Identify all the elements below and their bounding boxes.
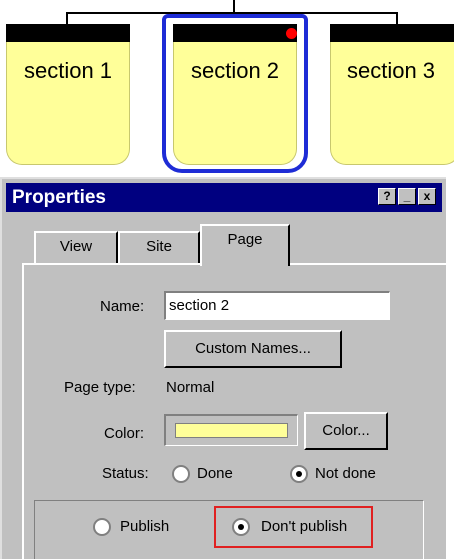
highlight-box bbox=[214, 506, 373, 548]
section-label: section 3 bbox=[346, 58, 436, 83]
section-label: section 1 bbox=[23, 58, 113, 83]
tab-view[interactable]: View bbox=[34, 231, 118, 263]
color-swatch[interactable] bbox=[164, 414, 298, 446]
page-type-value: Normal bbox=[166, 379, 215, 396]
window-title: Properties bbox=[12, 187, 106, 208]
tab-label: Page bbox=[227, 231, 263, 248]
tree-connector-right bbox=[396, 12, 398, 24]
close-icon[interactable]: x bbox=[418, 188, 436, 205]
custom-names-button[interactable]: Custom Names... bbox=[164, 330, 342, 368]
tab-label: View bbox=[59, 238, 93, 255]
tab-label: Site bbox=[146, 238, 172, 255]
color-swatch-fill bbox=[175, 423, 288, 438]
section-card-header bbox=[330, 24, 454, 42]
tab-site[interactable]: Site bbox=[118, 231, 200, 263]
marker-dot-icon bbox=[286, 28, 297, 39]
page-type-label: Page type: bbox=[64, 379, 136, 396]
section-card-3[interactable]: section 3 bbox=[330, 24, 454, 165]
status-done-radio[interactable] bbox=[172, 465, 190, 483]
selection-frame bbox=[162, 14, 308, 173]
status-not-done-radio[interactable] bbox=[290, 465, 308, 483]
color-button[interactable]: Color... bbox=[304, 412, 388, 450]
name-field[interactable]: section 2 bbox=[164, 291, 390, 320]
status-done-label[interactable]: Done bbox=[197, 465, 233, 482]
name-field-value: section 2 bbox=[169, 297, 230, 314]
section-card-1[interactable]: section 1 bbox=[6, 24, 130, 165]
section-card-header bbox=[6, 24, 130, 42]
tab-page[interactable]: Page bbox=[200, 224, 290, 266]
radio-dot bbox=[296, 471, 302, 477]
custom-names-label: Custom Names... bbox=[195, 340, 311, 357]
help-icon[interactable]: ? bbox=[378, 188, 396, 205]
publish-label[interactable]: Publish bbox=[120, 518, 169, 535]
minimize-icon[interactable]: _ bbox=[398, 188, 416, 205]
tree-connector-left bbox=[66, 12, 68, 24]
color-button-label: Color... bbox=[322, 422, 370, 439]
status-label: Status: bbox=[102, 465, 149, 482]
color-label: Color: bbox=[104, 425, 145, 442]
publish-radio[interactable] bbox=[93, 518, 111, 536]
window-titlebar[interactable]: Properties bbox=[6, 183, 442, 212]
name-label: Name: bbox=[100, 298, 145, 315]
status-not-done-label[interactable]: Not done bbox=[315, 465, 376, 482]
